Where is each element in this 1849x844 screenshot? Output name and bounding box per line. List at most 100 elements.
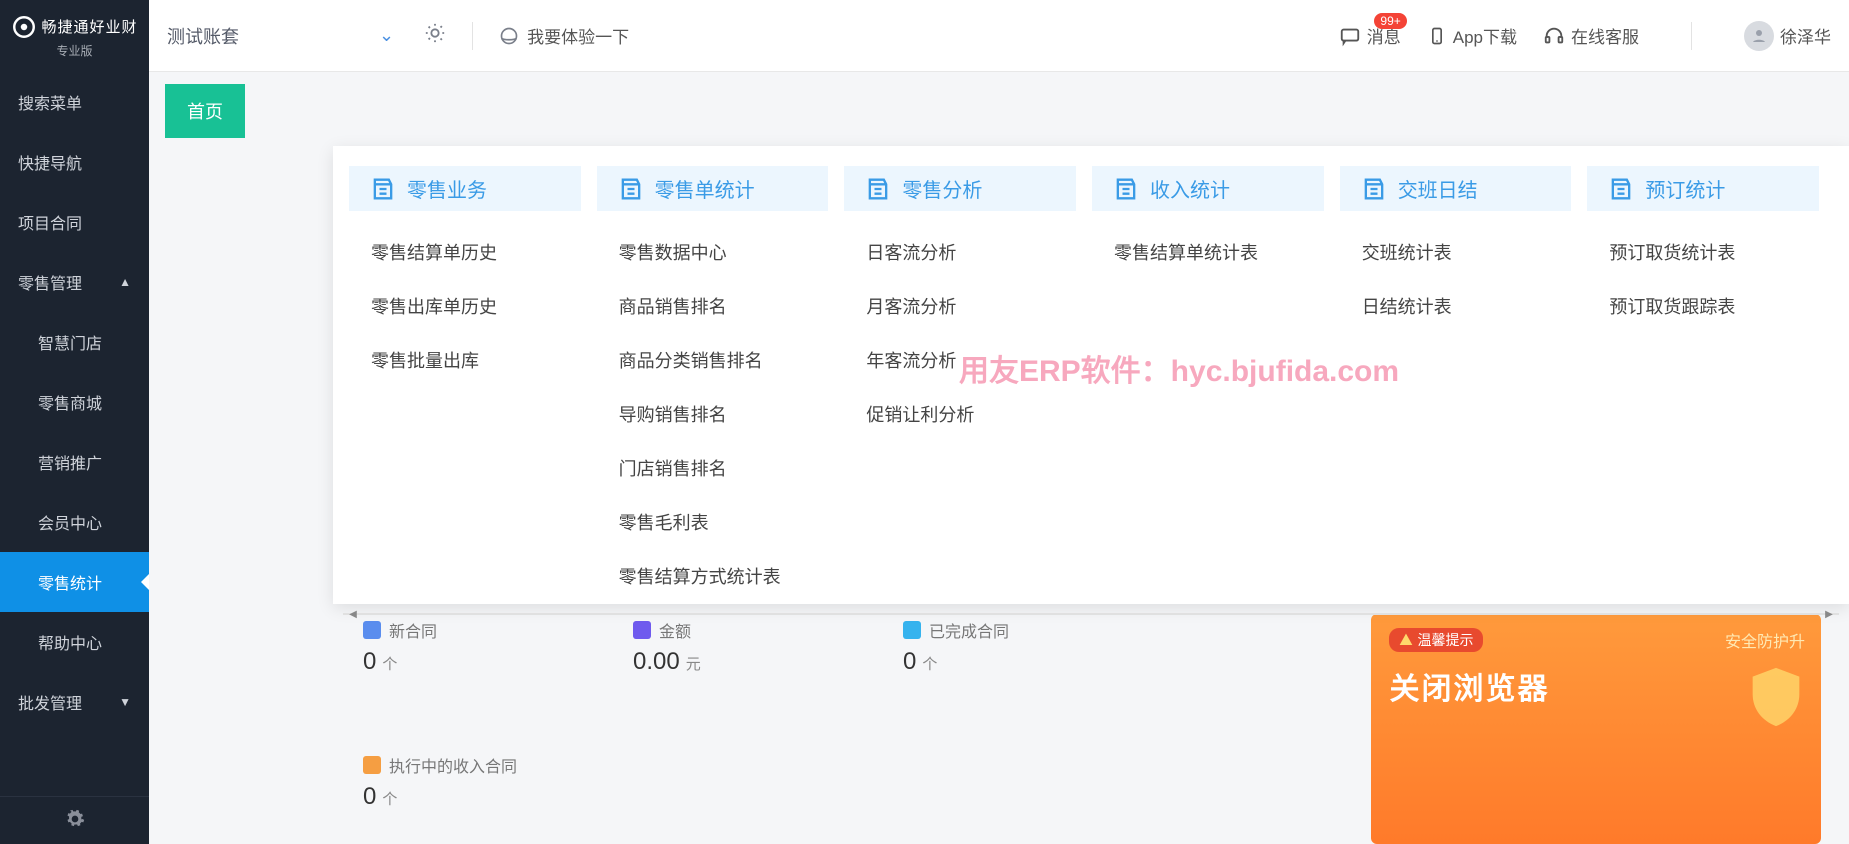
sidebar-label: 零售商城 <box>38 390 102 414</box>
mega-column-header: 交班日结 <box>1340 166 1572 211</box>
sidebar-item-member[interactable]: 会员中心 <box>0 492 149 552</box>
tab-row: 首页 <box>149 72 1849 138</box>
mega-menu-item[interactable]: 门店销售排名 <box>591 441 839 495</box>
horizontal-scrollbar[interactable]: ◀ ▶ <box>343 613 1839 615</box>
sidebar-item-marketing[interactable]: 营销推广 <box>0 432 149 492</box>
sidebar-item-contract[interactable]: 项目合同 <box>0 192 149 252</box>
mega-menu-item[interactable]: 零售毛利表 <box>591 495 839 549</box>
column-title: 零售业务 <box>407 174 487 203</box>
pill-text: 温馨提示 <box>1417 630 1473 650</box>
mega-column-header: 预订统计 <box>1587 166 1819 211</box>
avatar-icon <box>1744 21 1774 51</box>
topbar: 测试账套 ⌄ 我要体验一下 消息 99+ App下载 <box>149 0 1849 72</box>
mega-menu-item[interactable]: 零售结算单历史 <box>343 225 591 279</box>
mega-column: 预订统计预订取货统计表预订取货跟踪表 <box>1581 166 1829 603</box>
mega-menu-item[interactable]: 月客流分析 <box>838 279 1086 333</box>
mega-column-header: 零售分析 <box>844 166 1076 211</box>
divider <box>1691 22 1692 50</box>
column-title: 零售分析 <box>902 174 982 203</box>
sidebar-item-quicknav[interactable]: 快捷导航 <box>0 132 149 192</box>
mega-menu-item[interactable]: 商品销售排名 <box>591 279 839 333</box>
column-title: 交班日结 <box>1398 174 1478 203</box>
category-icon <box>1607 175 1635 203</box>
sidebar-item-retail-stats[interactable]: 零售统计 <box>0 552 149 612</box>
mega-menu-item[interactable]: 促销让利分析 <box>838 387 1086 441</box>
account-selector[interactable]: 测试账套 ⌄ <box>167 23 394 49</box>
sidebar-label: 智慧门店 <box>38 330 102 354</box>
gear-icon[interactable] <box>65 809 85 829</box>
experience-label: 我要体验一下 <box>527 23 629 48</box>
mega-menu-item[interactable]: 零售结算方式统计表 <box>591 549 839 603</box>
sidebar-item-store[interactable]: 智慧门店 <box>0 312 149 372</box>
sidebar-label: 项目合同 <box>18 210 82 234</box>
stat-value: 0 <box>903 648 916 676</box>
mega-menu-item[interactable]: 商品分类销售排名 <box>591 333 839 387</box>
mega-menu-item[interactable]: 预订取货统计表 <box>1581 225 1829 279</box>
mega-column-header: 零售单统计 <box>597 166 829 211</box>
mega-column: 零售分析日客流分析月客流分析年客流分析促销让利分析 <box>838 166 1086 603</box>
divider <box>472 22 473 50</box>
settings-gear-icon[interactable] <box>424 22 446 50</box>
warning-pill: 温馨提示 <box>1389 628 1483 652</box>
mega-column: 零售业务零售结算单历史零售出库单历史零售批量出库 <box>343 166 591 603</box>
mega-column: 交班日结交班统计表日结统计表 <box>1334 166 1582 603</box>
stat-label: 新合同 <box>389 618 437 642</box>
stat-icon <box>633 621 651 639</box>
support-button[interactable]: 在线客服 <box>1543 23 1639 48</box>
stat-card: 已完成合同 0个 <box>891 614 1121 709</box>
topbar-right: 消息 99+ App下载 在线客服 徐泽华 <box>1339 21 1831 51</box>
mega-menu-item[interactable]: 零售出库单历史 <box>343 279 591 333</box>
stat-card: 执行中的收入合同 0个 <box>351 749 581 844</box>
mega-menu-item[interactable]: 零售批量出库 <box>343 333 591 387</box>
stat-unit: 个 <box>382 788 397 809</box>
sidebar-item-help[interactable]: 帮助中心 <box>0 612 149 672</box>
experience-link[interactable]: 我要体验一下 <box>499 23 629 48</box>
mega-menu-item[interactable]: 年客流分析 <box>838 333 1086 387</box>
stat-value: 0 <box>363 783 376 811</box>
sidebar-label: 搜索菜单 <box>18 90 82 114</box>
mega-menu: 零售业务零售结算单历史零售出库单历史零售批量出库零售单统计零售数据中心商品销售排… <box>333 146 1849 604</box>
stat-value: 0 <box>363 648 376 676</box>
chevron-down-icon: ▼ <box>119 695 131 709</box>
content-peek: 新合同0个金额0.00元已完成合同0个执行中的收入合同0个 温馨提示 安全防护升… <box>333 604 1849 844</box>
mega-menu-item[interactable]: 日结统计表 <box>1334 279 1582 333</box>
mega-column-header: 收入统计 <box>1092 166 1324 211</box>
globe-icon <box>499 26 519 46</box>
brand-title: 畅捷通好业财 <box>41 16 137 37</box>
message-badge: 99+ <box>1374 13 1406 29</box>
sidebar-item-wholesale[interactable]: 批发管理▼ <box>0 672 149 732</box>
chevron-down-icon: ⌄ <box>379 25 394 46</box>
mega-column-header: 零售业务 <box>349 166 581 211</box>
app-download-button[interactable]: App下载 <box>1427 23 1517 48</box>
messages-button[interactable]: 消息 99+ <box>1339 23 1401 48</box>
sidebar-label: 零售管理 <box>18 270 82 294</box>
support-label: 在线客服 <box>1571 23 1639 48</box>
warn-icon <box>1399 633 1413 647</box>
sidebar-footer <box>0 796 149 844</box>
stat-unit: 个 <box>382 653 397 674</box>
stat-unit: 元 <box>686 653 701 674</box>
promo-banner[interactable]: 温馨提示 安全防护升 关闭浏览器 <box>1371 614 1821 844</box>
mega-menu-item[interactable]: 导购销售排名 <box>591 387 839 441</box>
sidebar-label: 会员中心 <box>38 510 102 534</box>
stat-label: 执行中的收入合同 <box>389 753 517 777</box>
stat-label: 已完成合同 <box>929 618 1009 642</box>
column-title: 收入统计 <box>1150 174 1230 203</box>
stat-value: 0.00 <box>633 648 680 676</box>
headset-icon <box>1543 25 1565 47</box>
brand-logo-icon <box>11 14 37 40</box>
category-icon <box>864 175 892 203</box>
mega-column: 收入统计零售结算单统计表 <box>1086 166 1334 603</box>
sidebar-item-retail[interactable]: 零售管理▲ <box>0 252 149 312</box>
user-menu[interactable]: 徐泽华 <box>1744 21 1831 51</box>
mega-menu-item[interactable]: 零售结算单统计表 <box>1086 225 1334 279</box>
mega-menu-item[interactable]: 日客流分析 <box>838 225 1086 279</box>
mega-menu-item[interactable]: 交班统计表 <box>1334 225 1582 279</box>
sidebar-item-mall[interactable]: 零售商城 <box>0 372 149 432</box>
sidebar-item-search[interactable]: 搜索菜单 <box>0 72 149 132</box>
stat-unit: 个 <box>922 653 937 674</box>
tab-home[interactable]: 首页 <box>165 84 245 138</box>
mega-menu-item[interactable]: 零售数据中心 <box>591 225 839 279</box>
mega-menu-item[interactable]: 预订取货跟踪表 <box>1581 279 1829 333</box>
stat-card: 金额0.00元 <box>621 614 851 709</box>
